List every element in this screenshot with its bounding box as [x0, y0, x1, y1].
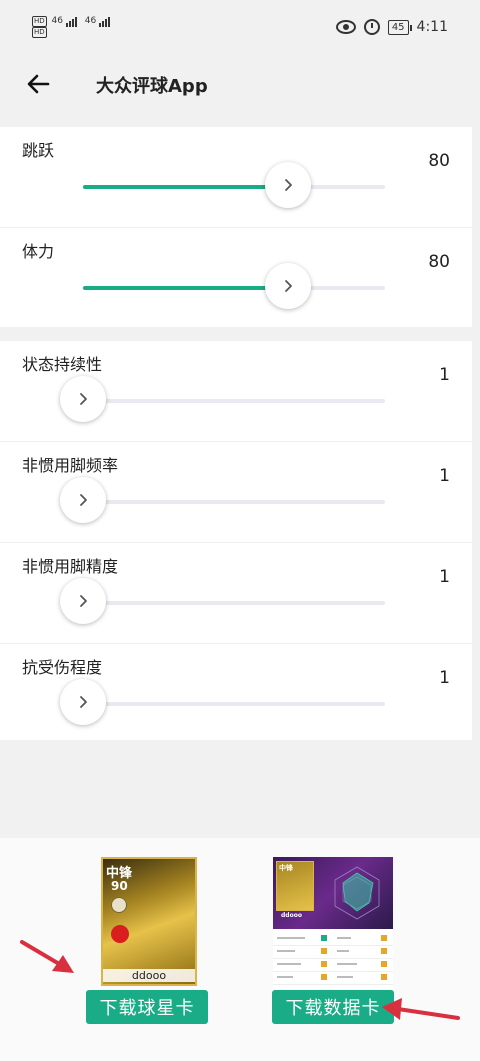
red-arrow-icon — [382, 998, 460, 1020]
chevron-right-icon — [285, 280, 293, 292]
status-bar: HD 46 46 HD 45 4:11 — [0, 0, 480, 58]
slider-label: 跳跃 — [22, 141, 55, 160]
download-data-card-button[interactable]: 下载数据卡 — [272, 990, 394, 1024]
data-card-preview: 中锋 ddooo — [273, 857, 393, 989]
slider-thumb[interactable] — [60, 679, 106, 725]
slider-track[interactable] — [60, 376, 385, 422]
slider-track[interactable] — [60, 679, 385, 725]
slider-row: 跳跃 80 — [0, 127, 472, 227]
slider-thumb[interactable] — [265, 162, 312, 208]
status-icons: 45 4:11 — [335, 19, 448, 35]
slider-thumb[interactable] — [60, 376, 106, 422]
mini-player-card: 中锋 — [276, 861, 314, 911]
slider-track[interactable] — [83, 162, 385, 208]
attribute-card-2: 状态持续性 1 非惯用脚频率 1 非惯用脚精度 1 抗受伤程度 1 — [0, 341, 472, 740]
signal-icon — [99, 17, 111, 27]
chevron-right-icon — [80, 393, 87, 405]
slider-row: 非惯用脚精度 1 — [0, 542, 472, 643]
signal-label-1: 46 — [51, 16, 63, 26]
slider-fill — [83, 286, 289, 290]
alarm-icon — [363, 19, 380, 35]
data-card-player-name: ddooo — [281, 912, 302, 919]
slider-row: 非惯用脚频率 1 — [0, 441, 472, 542]
slider-value: 1 — [439, 365, 450, 385]
slider-row: 体力 80 — [0, 227, 472, 328]
signal-icon — [65, 17, 78, 27]
slider-label: 非惯用脚频率 — [22, 456, 119, 475]
slider-label: 状态持续性 — [22, 355, 103, 374]
slider-value: 1 — [439, 668, 450, 688]
clock: 4:11 — [416, 19, 448, 35]
slider-thumb[interactable] — [60, 477, 106, 523]
club-badge-icon — [111, 897, 127, 913]
slider-fill — [83, 185, 289, 189]
slider-value: 80 — [428, 151, 450, 171]
chevron-right-icon — [80, 595, 87, 607]
data-card-stats — [273, 933, 393, 985]
eye-icon — [335, 20, 356, 34]
player-card-preview: 中锋 90 ddooo — [101, 857, 197, 986]
slider-value: 1 — [439, 567, 450, 587]
data-card-header: 中锋 ddooo — [273, 857, 393, 929]
chevron-right-icon — [80, 696, 87, 708]
attribute-card-1: 跳跃 80 体力 80 — [0, 127, 472, 327]
slider-track[interactable] — [60, 578, 385, 624]
hd-badge-2: HD — [32, 27, 47, 38]
slider-thumb[interactable] — [60, 578, 106, 624]
network-indicators: HD 46 46 HD — [32, 16, 115, 38]
card-rating: 90 — [111, 879, 128, 893]
back-arrow-icon[interactable] — [22, 68, 54, 100]
mini-card-position: 中锋 — [279, 864, 293, 872]
radar-chart-icon — [334, 866, 380, 920]
battery-icon: 45 — [387, 19, 412, 35]
signal-label-2: 46 — [84, 16, 97, 26]
slider-value: 80 — [428, 252, 450, 272]
slider-row: 状态持续性 1 — [0, 341, 472, 441]
slider-label: 非惯用脚精度 — [22, 557, 119, 576]
slider-value: 1 — [439, 466, 450, 486]
slider-thumb[interactable] — [265, 263, 312, 309]
red-arrow-icon — [20, 940, 74, 973]
app-bar: 大众评球App — [0, 58, 480, 114]
chevron-right-icon — [80, 494, 87, 506]
slider-row: 抗受伤程度 1 — [0, 643, 472, 744]
slider-label: 抗受伤程度 — [22, 658, 103, 677]
download-player-card-button[interactable]: 下载球星卡 — [86, 990, 208, 1024]
card-player-name: ddooo — [103, 969, 195, 982]
hd-badge-1: HD — [32, 16, 47, 27]
slider-track[interactable] — [83, 263, 385, 309]
slider-label: 体力 — [22, 242, 55, 261]
slider-track[interactable] — [60, 477, 385, 523]
chevron-right-icon — [285, 179, 293, 191]
page-title: 大众评球App — [96, 76, 208, 97]
china-flag-icon — [111, 925, 129, 943]
